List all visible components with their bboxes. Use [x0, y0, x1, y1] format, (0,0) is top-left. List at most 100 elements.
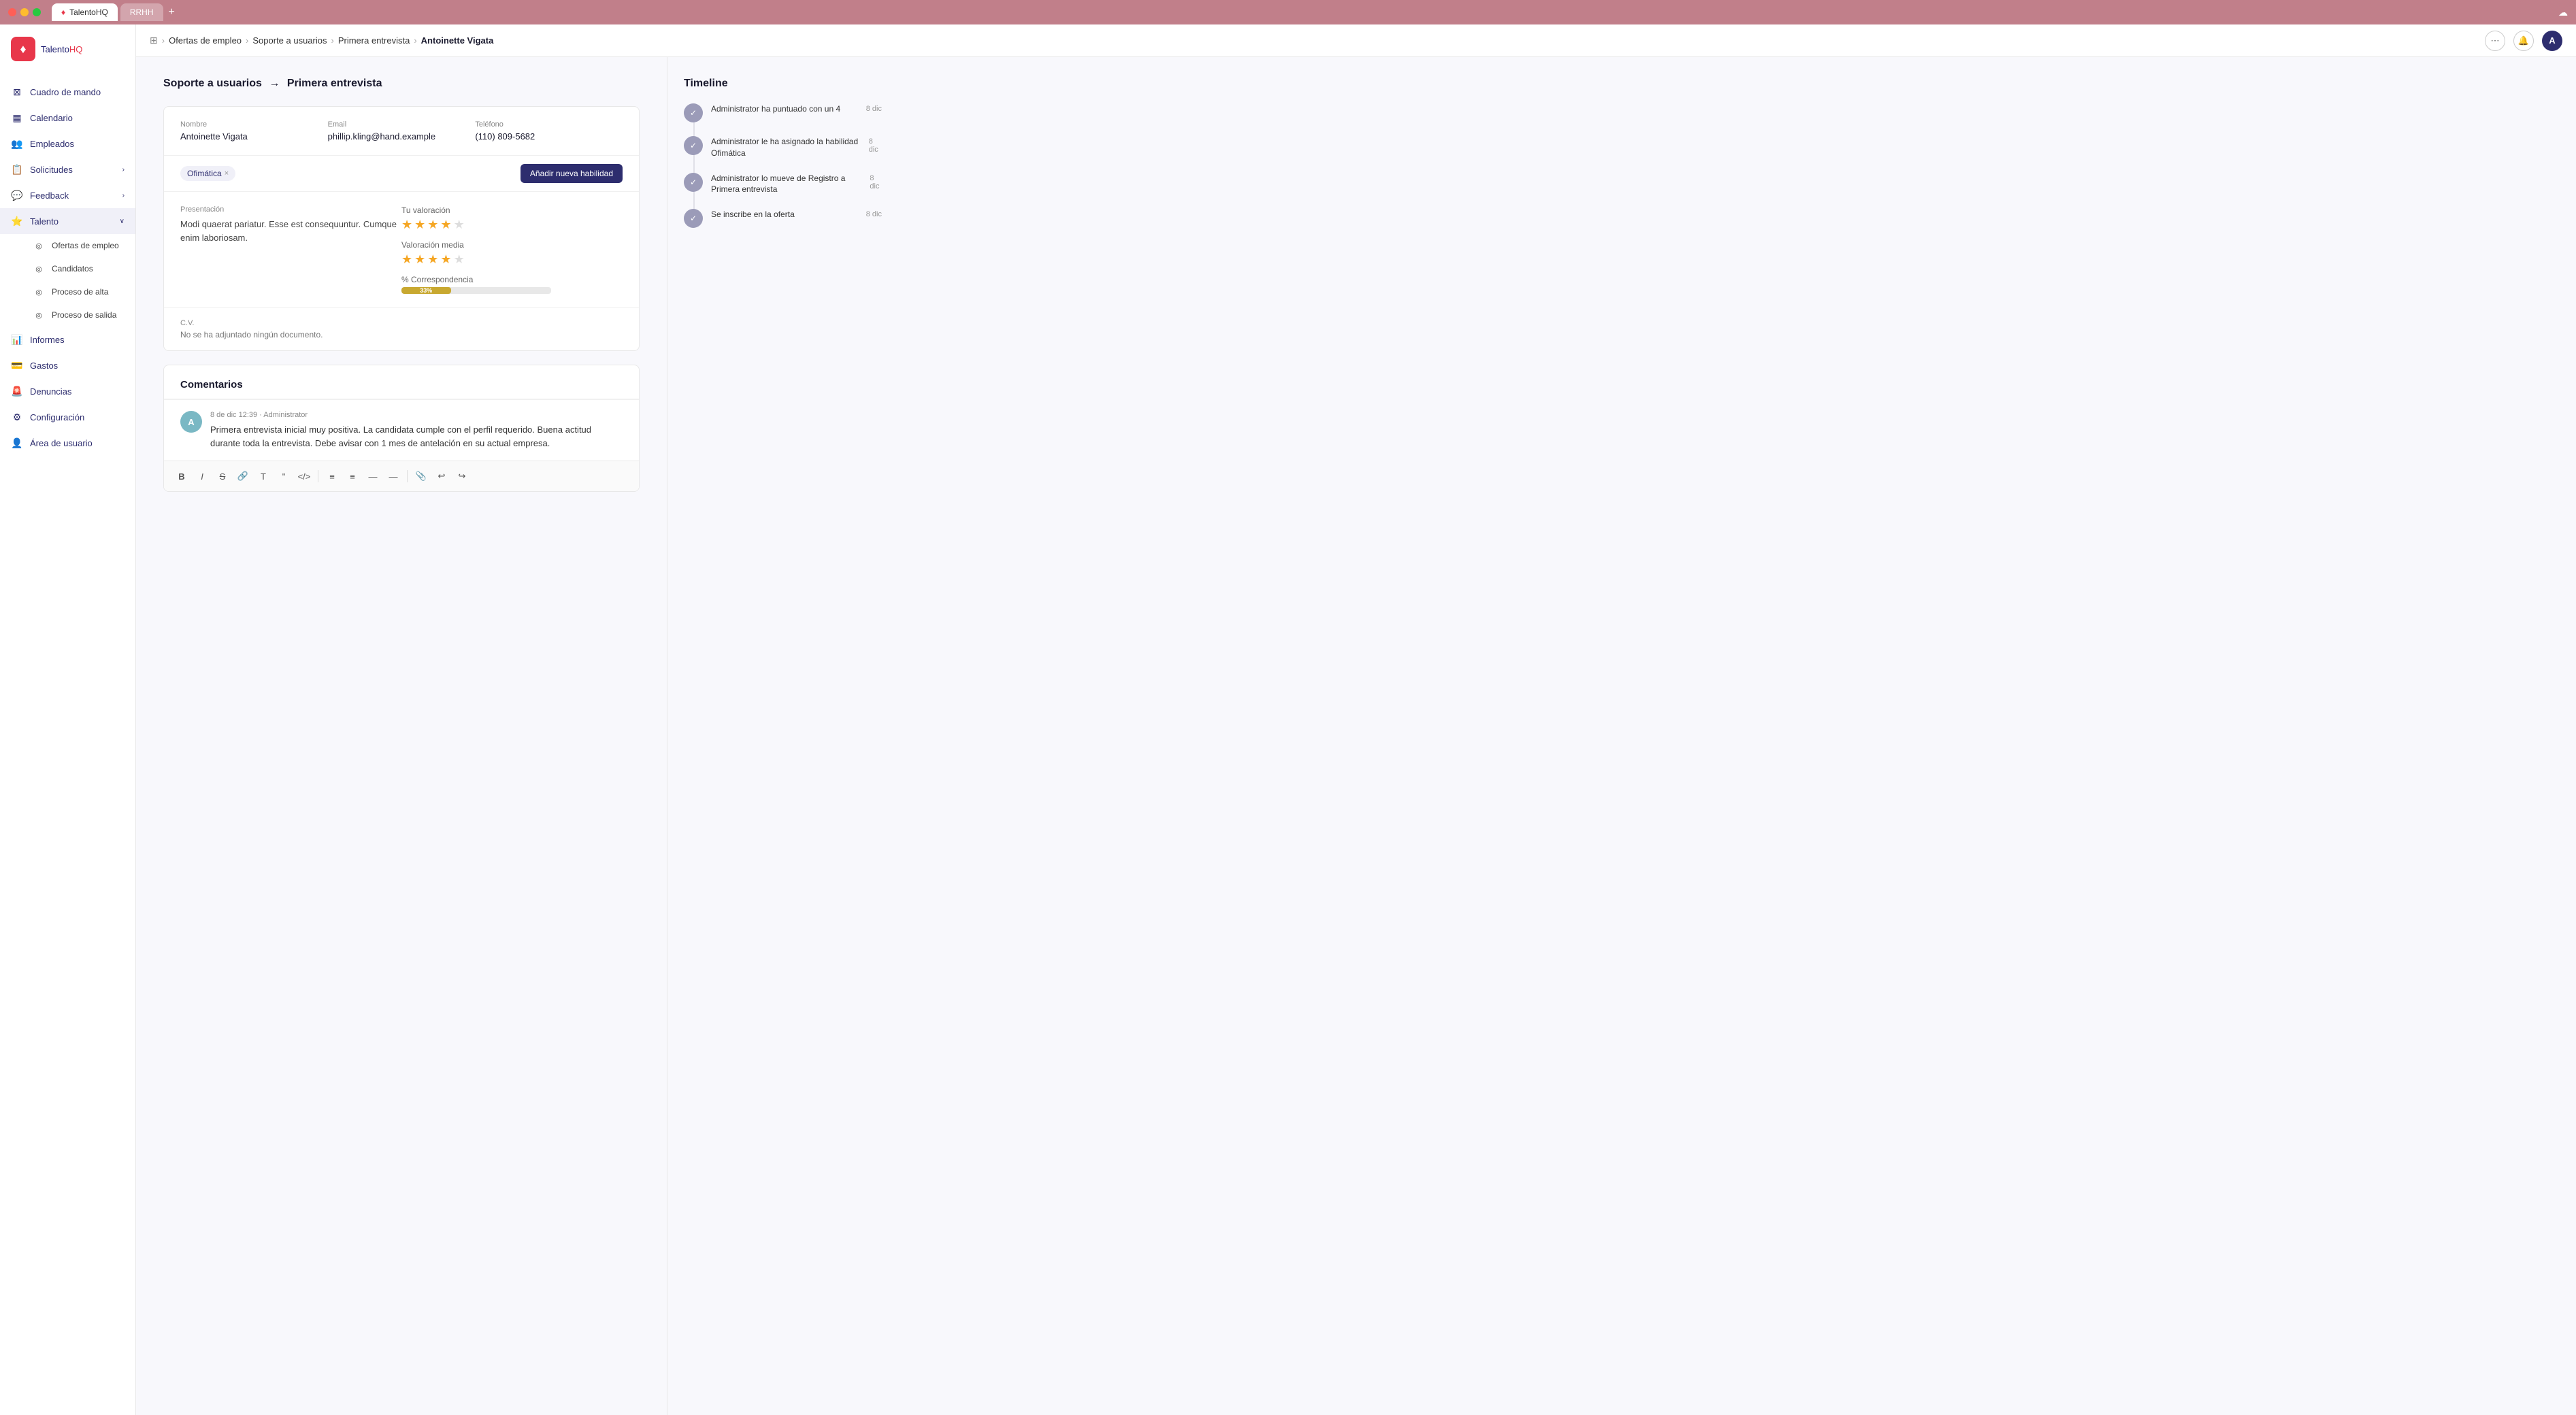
- tab-bar: ♦ TalentoHQ RRHH +: [52, 3, 2553, 21]
- sidebar-item-configuracion[interactable]: ⚙ Configuración: [0, 404, 135, 430]
- add-tab-button[interactable]: +: [169, 6, 175, 18]
- app: ♦ TalentoHQ ⊠ Cuadro de mando ▦ Calendar…: [0, 24, 2576, 1415]
- feedback-icon: 💬: [11, 189, 23, 201]
- link-button[interactable]: 🔗: [233, 467, 252, 486]
- star-2[interactable]: ★: [414, 218, 425, 232]
- sidebar-item-calendario[interactable]: ▦ Calendario: [0, 105, 135, 131]
- sidebar-label-cuadro: Cuadro de mando: [30, 87, 101, 97]
- candidatos-icon: ◎: [33, 263, 45, 275]
- star-3[interactable]: ★: [427, 218, 438, 232]
- sidebar-item-empleados[interactable]: 👥 Empleados: [0, 131, 135, 156]
- timeline-date-3: 8 dic: [866, 210, 882, 218]
- outdent-button[interactable]: —: [384, 467, 403, 486]
- redo-button[interactable]: ↪: [452, 467, 472, 486]
- sidebar-item-informes[interactable]: 📊 Informes: [0, 327, 135, 352]
- telefono-value: (110) 809-5682: [475, 131, 623, 142]
- chevron-right-icon-feedback: ›: [122, 192, 125, 199]
- home-icon[interactable]: ⊞: [150, 35, 158, 46]
- sidebar-item-feedback[interactable]: 💬 Feedback ›: [0, 182, 135, 208]
- breadcrumb-soporte[interactable]: Soporte a usuarios: [252, 35, 327, 46]
- breadcrumb-entrevista[interactable]: Primera entrevista: [338, 35, 410, 46]
- sidebar-item-solicitudes[interactable]: 📋 Solicitudes ›: [0, 156, 135, 182]
- timeline-dot-2: ✓: [684, 173, 703, 192]
- sidebar-label-alta: Proceso de alta: [52, 287, 108, 297]
- candidate-card: Nombre Antoinette Vigata Email phillip.k…: [163, 106, 640, 351]
- employees-icon: 👥: [11, 137, 23, 150]
- calendar-icon: ▦: [11, 112, 23, 124]
- presentation-row: Presentación Modi quaerat pariatur. Esse…: [164, 192, 639, 308]
- italic-button[interactable]: I: [193, 467, 212, 486]
- add-skill-button[interactable]: Añadir nueva habilidad: [521, 164, 623, 183]
- media-star-3: ★: [427, 252, 438, 267]
- sidebar-item-gastos[interactable]: 💳 Gastos: [0, 352, 135, 378]
- comments-card: Comentarios A 8 de dic 12:39 · Administr…: [163, 365, 640, 492]
- code-button[interactable]: </>: [295, 467, 314, 486]
- timeline-text-0: Administrator ha puntuado con un 4: [711, 103, 840, 115]
- sidebar-label-denuncias: Denuncias: [30, 386, 71, 397]
- sidebar-item-proceso-alta[interactable]: ◎ Proceso de alta: [22, 280, 135, 303]
- timeline-content-0: Administrator ha puntuado con un 4 8 dic: [711, 103, 882, 115]
- tab-rrhh[interactable]: RRHH: [120, 3, 163, 21]
- alta-icon: ◎: [33, 286, 45, 298]
- sidebar-item-cuadro[interactable]: ⊠ Cuadro de mando: [0, 79, 135, 105]
- sidebar-item-area-usuario[interactable]: 👤 Área de usuario: [0, 430, 135, 456]
- breadcrumb: ⊞ › Ofertas de empleo › Soporte a usuari…: [150, 35, 493, 46]
- logo-icon: ♦: [11, 37, 35, 61]
- sidebar-label-empleados: Empleados: [30, 139, 74, 149]
- strikethrough-button[interactable]: S: [213, 467, 232, 486]
- undo-button[interactable]: ↩: [432, 467, 451, 486]
- sidebar-label-candidatos: Candidatos: [52, 264, 93, 273]
- list-button[interactable]: ≡: [323, 467, 342, 486]
- gastos-icon: 💳: [11, 359, 23, 371]
- valoracion-stars[interactable]: ★ ★ ★ ★ ★: [401, 218, 623, 232]
- minimize-dot[interactable]: [20, 8, 29, 16]
- telefono-label: Teléfono: [475, 120, 623, 129]
- browser-chrome: ♦ TalentoHQ RRHH + ☁: [0, 0, 2576, 24]
- sidebar-item-candidatos[interactable]: ◎ Candidatos: [22, 257, 135, 280]
- star-4[interactable]: ★: [440, 218, 451, 232]
- star-1[interactable]: ★: [401, 218, 412, 232]
- comment-body: 8 de dic 12:39 · Administrator Primera e…: [210, 411, 623, 450]
- notifications-button[interactable]: 🔔: [2513, 31, 2534, 51]
- solicitudes-icon: 📋: [11, 163, 23, 176]
- close-dot[interactable]: [8, 8, 16, 16]
- tab-talentohq[interactable]: ♦ TalentoHQ: [52, 3, 118, 21]
- progress-fill: 33%: [401, 287, 451, 294]
- tab-favicon: ♦: [61, 7, 65, 17]
- presentation-right: Tu valoración ★ ★ ★ ★ ★: [401, 205, 623, 294]
- sidebar-item-proceso-salida[interactable]: ◎ Proceso de salida: [22, 303, 135, 327]
- bold-button[interactable]: B: [172, 467, 191, 486]
- chevron-right-icon: ›: [122, 166, 125, 173]
- star-5[interactable]: ★: [454, 218, 465, 232]
- ordered-list-button[interactable]: ≡: [343, 467, 362, 486]
- sidebar-item-ofertas[interactable]: ◎ Ofertas de empleo: [22, 234, 135, 257]
- timeline-text-3: Se inscribe en la oferta: [711, 209, 795, 220]
- user-avatar[interactable]: A: [2542, 31, 2562, 51]
- quote-button[interactable]: ": [274, 467, 293, 486]
- timeline-content-1: Administrator le ha asignado la habilida…: [711, 136, 882, 159]
- comment-avatar: A: [180, 411, 202, 433]
- talento-submenu: ◎ Ofertas de empleo ◎ Candidatos ◎ Proce…: [0, 234, 135, 327]
- main-area: ⊞ › Ofertas de empleo › Soporte a usuari…: [136, 24, 2576, 1415]
- timeline-panel: Timeline ✓ Administrator ha puntuado con…: [667, 57, 898, 1415]
- sidebar-item-denuncias[interactable]: 🚨 Denuncias: [0, 378, 135, 404]
- breadcrumb-candidate: Antoinette Vigata: [421, 35, 494, 46]
- sidebar-item-talento[interactable]: ⭐ Talento ∨: [0, 208, 135, 234]
- main-content: Soporte a usuarios → Primera entrevista …: [136, 57, 2576, 1415]
- sidebar-label-solicitudes: Solicitudes: [30, 165, 73, 175]
- timeline-date-1: 8 dic: [869, 137, 882, 154]
- page-area: Soporte a usuarios → Primera entrevista …: [136, 57, 667, 1415]
- menu-button[interactable]: ⋯: [2485, 31, 2505, 51]
- email-value: phillip.kling@hand.example: [328, 131, 476, 142]
- sidebar-nav: ⊠ Cuadro de mando ▦ Calendario 👥 Emplead…: [0, 73, 135, 1415]
- maximize-dot[interactable]: [33, 8, 41, 16]
- media-star-5: ★: [454, 252, 465, 267]
- indent-button[interactable]: —: [363, 467, 382, 486]
- dashboard-icon: ⊠: [11, 86, 23, 98]
- browser-icons: ☁: [2558, 7, 2568, 18]
- attach-button[interactable]: 📎: [412, 467, 431, 486]
- text-button[interactable]: T: [254, 467, 273, 486]
- remove-skill-button[interactable]: ×: [225, 169, 229, 178]
- timeline-dot-3: ✓: [684, 209, 703, 228]
- breadcrumb-ofertas[interactable]: Ofertas de empleo: [169, 35, 242, 46]
